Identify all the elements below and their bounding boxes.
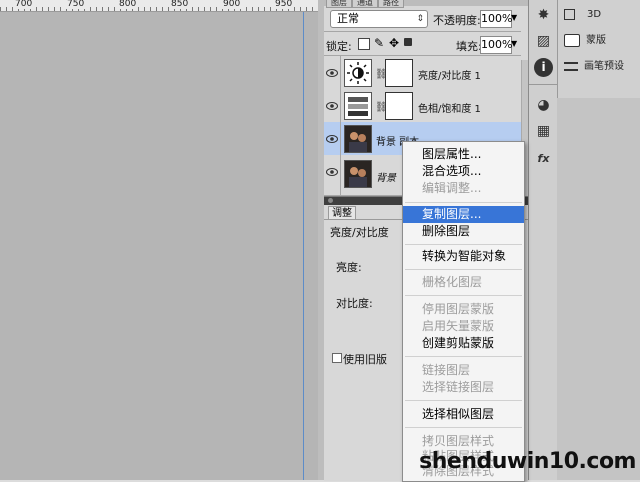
- move-icon[interactable]: ✥: [389, 36, 399, 50]
- divider: [529, 84, 558, 85]
- tab-adjustments[interactable]: 调整: [328, 206, 356, 220]
- updown-arrow-icon: ⇕: [416, 14, 424, 24]
- ruler-label: 900: [222, 0, 242, 9]
- layer-row-hue-saturation[interactable]: ⛓ 色相/饱和度 1: [324, 89, 521, 126]
- tab-paths[interactable]: 路径: [378, 0, 404, 8]
- ruler-label: 750: [66, 0, 86, 9]
- menu-item-select-linked-layers[interactable]: 选择链接图层: [403, 379, 524, 396]
- photo-thumbnail[interactable]: [344, 125, 372, 153]
- menu-separator: [405, 427, 522, 428]
- panel-3d[interactable]: 3D: [564, 6, 601, 24]
- eye-icon[interactable]: [326, 101, 338, 111]
- mask-icon: [564, 33, 580, 47]
- visibility-column[interactable]: [324, 56, 341, 92]
- fill-field[interactable]: 100%: [480, 36, 512, 54]
- menu-item-duplicate-layer[interactable]: 复制图层...: [403, 206, 524, 223]
- brush-presets-icon: [564, 61, 578, 71]
- divider: [324, 31, 521, 32]
- blend-mode-value: 正常: [337, 12, 359, 25]
- empty-panel-area: [557, 98, 640, 480]
- blend-mode-select[interactable]: 正常 ⇕: [330, 10, 428, 28]
- guide-line[interactable]: [303, 12, 304, 480]
- menu-item-link-layers[interactable]: 链接图层: [403, 362, 524, 379]
- ruler-label: 800: [118, 0, 138, 9]
- legacy-label: 使用旧版: [343, 353, 387, 366]
- histogram-icon[interactable]: ▨: [534, 32, 553, 51]
- layer-context-menu: 图层属性... 混合选项... 编辑调整... 复制图层... 删除图层 转换为…: [402, 141, 525, 482]
- navigator-icon[interactable]: ✸: [534, 6, 553, 25]
- menu-item-disable-layer-mask[interactable]: 停用图层蒙版: [403, 301, 524, 318]
- layer-row-brightness[interactable]: ⛓ 亮度/对比度 1: [324, 56, 521, 93]
- visibility-column[interactable]: [324, 155, 341, 195]
- brightness-label: 亮度:: [336, 261, 362, 274]
- ruler-label: 700: [14, 0, 34, 9]
- horizontal-ruler: 700 750 800 850 900 950: [0, 0, 318, 12]
- close-icon[interactable]: [328, 198, 333, 203]
- contrast-label: 对比度:: [336, 297, 373, 310]
- hue-saturation-adjustment-icon[interactable]: [344, 92, 372, 120]
- menu-separator: [405, 202, 522, 203]
- chevron-down-icon[interactable]: ▼: [511, 39, 517, 48]
- menu-item-create-clipping-mask[interactable]: 创建剪贴蒙版: [403, 335, 524, 352]
- lock-icon[interactable]: [404, 38, 412, 46]
- collapsed-panels: 3D 蒙版 画笔预设: [557, 0, 640, 98]
- menu-item-delete-layer[interactable]: 删除图层: [403, 223, 524, 240]
- menu-item-rasterize-layer[interactable]: 栅格化图层: [403, 274, 524, 291]
- opacity-field[interactable]: 100%: [480, 10, 512, 28]
- panel-label: 画笔预设: [584, 61, 624, 72]
- opacity-label: 不透明度:: [433, 14, 481, 27]
- photo-thumbnail[interactable]: [344, 160, 372, 188]
- panel-label: 蒙版: [586, 35, 606, 46]
- 3d-cube-icon: [564, 8, 575, 20]
- eye-icon[interactable]: [326, 134, 338, 144]
- eye-icon[interactable]: [326, 167, 338, 177]
- watermark: shenduwin10.com: [419, 440, 640, 480]
- menu-item-enable-vector-mask[interactable]: 启用矢量蒙版: [403, 318, 524, 335]
- legacy-checkbox[interactable]: [332, 353, 342, 363]
- adjustment-title: 亮度/对比度: [330, 226, 389, 239]
- menu-item-select-similar-layers[interactable]: 选择相似图层: [403, 406, 524, 423]
- ruler-label: 850: [170, 0, 190, 9]
- layer-name[interactable]: 背景: [376, 169, 396, 184]
- grid-icon[interactable]: ▦: [534, 122, 553, 141]
- document-canvas[interactable]: [0, 0, 318, 480]
- brightness-adjustment-icon[interactable]: [344, 59, 372, 87]
- menu-separator: [405, 269, 522, 270]
- layer-name[interactable]: 亮度/对比度 1: [418, 67, 481, 82]
- lock-label: 锁定:: [326, 40, 352, 53]
- panel-icon-strip: ✸ ▨ i ◕ ▦ fx: [528, 0, 558, 480]
- menu-separator: [405, 295, 522, 296]
- layer-name[interactable]: 色相/饱和度 1: [418, 100, 481, 115]
- panel-mask[interactable]: 蒙版: [564, 32, 606, 50]
- info-icon[interactable]: i: [534, 58, 553, 77]
- menu-item-convert-smart-object[interactable]: 转换为智能对象: [403, 248, 524, 265]
- visibility-column[interactable]: [324, 122, 341, 158]
- menu-separator: [405, 400, 522, 401]
- fill-label: 填充:: [456, 40, 482, 53]
- tab-channels[interactable]: 通道: [352, 0, 378, 8]
- eye-icon[interactable]: [326, 68, 338, 78]
- menu-item-layer-properties[interactable]: 图层属性...: [403, 146, 524, 163]
- layer-mask-thumbnail[interactable]: [385, 92, 413, 120]
- lock-transparent-icon[interactable]: [358, 38, 370, 50]
- styles-fx-icon[interactable]: fx: [534, 149, 553, 168]
- layer-mask-thumbnail[interactable]: [385, 59, 413, 87]
- panel-tabs: 图层 通道 路径: [324, 0, 528, 8]
- chevron-down-icon[interactable]: ▼: [511, 13, 517, 22]
- watermark-text: shenduwin10.com: [419, 449, 636, 474]
- visibility-column[interactable]: [324, 89, 341, 125]
- menu-item-edit-adjustment[interactable]: 编辑调整...: [403, 180, 524, 197]
- swatches-icon[interactable]: ◕: [534, 96, 553, 115]
- panel-label: 3D: [587, 9, 602, 20]
- ruler-label: 950: [274, 0, 294, 9]
- menu-item-blending-options[interactable]: 混合选项...: [403, 163, 524, 180]
- menu-separator: [405, 356, 522, 357]
- brush-icon[interactable]: ✎: [374, 36, 384, 50]
- tab-layers[interactable]: 图层: [326, 0, 352, 8]
- menu-separator: [405, 244, 522, 245]
- panel-brush-presets[interactable]: 画笔预设: [564, 58, 624, 76]
